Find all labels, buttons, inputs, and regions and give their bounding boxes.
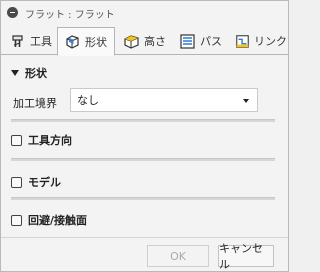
machining-boundary-value: なし bbox=[77, 94, 99, 107]
dropdown-arrow-icon[interactable] bbox=[243, 99, 249, 103]
tab-bar: 工具 形状 高さ パス リンク bbox=[1, 27, 288, 56]
model-checkbox[interactable] bbox=[11, 176, 22, 188]
model-title: モデル bbox=[28, 176, 61, 189]
tab-path[interactable]: パス bbox=[173, 27, 227, 55]
shape-group-header[interactable]: 形状 bbox=[11, 65, 47, 81]
dialog-window: フラット : フラット 工具 形状 高さ パス リンク 形状 加工境界 なし 工… bbox=[0, 0, 289, 272]
shape-group-title: 形状 bbox=[25, 67, 47, 80]
tab-link[interactable]: リンク bbox=[229, 27, 287, 55]
machining-boundary-label: 加工境界 bbox=[13, 97, 57, 110]
avoid-touch-group-header[interactable]: 回避/接触面 bbox=[11, 212, 87, 228]
tab-path-label: パス bbox=[200, 35, 222, 48]
tab-tool-label: 工具 bbox=[30, 35, 52, 48]
avoid-touch-title: 回避/接触面 bbox=[28, 214, 88, 227]
machining-boundary-select[interactable]: なし bbox=[70, 88, 258, 112]
separator bbox=[11, 119, 275, 122]
height-icon bbox=[124, 34, 139, 49]
tab-tool[interactable]: 工具 bbox=[3, 27, 55, 55]
dialog-footer: OK キャンセル bbox=[1, 237, 288, 271]
shape-icon bbox=[66, 35, 79, 49]
cancel-button[interactable]: キャンセル bbox=[218, 242, 274, 271]
tool-orientation-checkbox[interactable] bbox=[11, 134, 22, 146]
separator bbox=[11, 197, 275, 200]
separator bbox=[11, 158, 275, 161]
caret-down-icon[interactable] bbox=[11, 70, 19, 76]
tab-height-label: 高さ bbox=[144, 35, 166, 48]
window-title: フラット : フラット bbox=[25, 10, 115, 21]
tool-icon bbox=[12, 34, 23, 47]
avoid-touch-checkbox[interactable] bbox=[11, 214, 22, 226]
tab-shape-label: 形状 bbox=[85, 35, 107, 49]
minus-circle-icon[interactable] bbox=[7, 7, 18, 18]
ok-button[interactable]: OK bbox=[147, 245, 209, 267]
title-bar[interactable]: フラット : フラット bbox=[1, 1, 288, 24]
tab-height[interactable]: 高さ bbox=[117, 27, 171, 55]
path-icon bbox=[180, 33, 195, 49]
tab-link-label: リンク bbox=[254, 35, 287, 48]
link-icon bbox=[236, 34, 249, 48]
model-group-header[interactable]: モデル bbox=[11, 174, 61, 190]
tool-orientation-group-header[interactable]: 工具方向 bbox=[11, 132, 72, 148]
tab-shape[interactable]: 形状 bbox=[57, 27, 115, 56]
tool-orientation-title: 工具方向 bbox=[28, 134, 72, 147]
content-panel: 形状 加工境界 なし 工具方向 モデル 回避/接触面 bbox=[1, 56, 288, 236]
